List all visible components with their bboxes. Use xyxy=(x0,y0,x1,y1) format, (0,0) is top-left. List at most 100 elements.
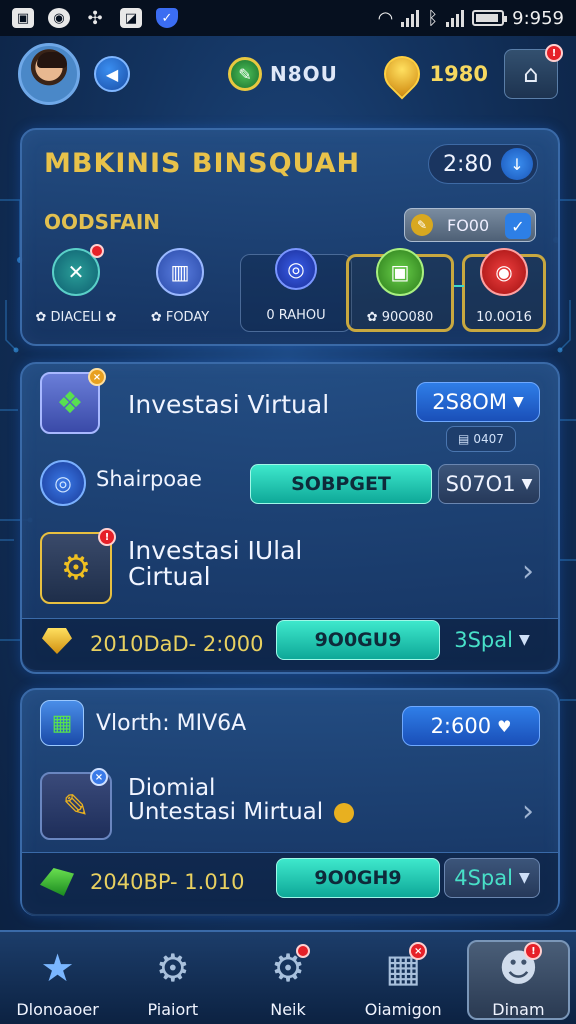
nav-item-grid[interactable]: ▦ × Oiamigon xyxy=(346,932,461,1024)
image-icon: ▣ xyxy=(12,8,34,28)
nav-label: Piaiort xyxy=(147,1000,199,1019)
mode-label: 0 RAHOU xyxy=(266,308,326,323)
card-icon: ▤ xyxy=(458,432,470,446)
mode-item-2[interactable]: ▥ ✿ FODAY xyxy=(132,248,228,325)
chevron-down-icon: ▼ xyxy=(518,870,530,886)
nav-item-portfolio[interactable]: ⚙ Piaiort xyxy=(115,932,230,1024)
wifi-icon: ◠ xyxy=(377,7,394,29)
chevron-down-icon: ▼ xyxy=(518,632,530,648)
logo-icon: ✎ xyxy=(228,57,262,91)
footer-select[interactable]: 4Spal ▼ xyxy=(444,858,540,898)
panel-subtitle: OODSFAIN xyxy=(44,210,161,234)
notification-badge: ! xyxy=(524,942,543,960)
secondary-dropdown[interactable]: S07O1 ▼ xyxy=(438,464,540,504)
target-icon: ◉ xyxy=(480,248,528,296)
footer-action-button[interactable]: 9O0GU9 xyxy=(276,620,440,660)
grid-icon: ▦ × xyxy=(379,942,428,992)
chevron-right-icon[interactable]: › xyxy=(522,794,534,829)
battery-icon xyxy=(472,10,508,26)
arrow-down-icon: ↓ xyxy=(501,148,533,180)
panel-title: MBKINIS BINSQUAH xyxy=(44,148,361,179)
back-button[interactable]: ◀ xyxy=(94,56,130,92)
mode-label: 10.0O16 xyxy=(476,310,532,325)
investment-card-a: ❖ × Investasi Virtual 2S8OM ▼ ▤ 0407 ◎ Sha… xyxy=(20,362,560,674)
nav-label: Dlonoaoer xyxy=(16,1000,99,1019)
settings-icon: ⚙ xyxy=(264,944,312,992)
chart-icon: ▥ xyxy=(156,248,204,296)
badge-icon: ! xyxy=(98,528,116,546)
compass-icon: ✕ xyxy=(52,244,104,296)
photos-icon: ◪ xyxy=(120,8,142,28)
nav-item-home[interactable]: ★ Dlonoaoer xyxy=(0,932,115,1024)
nav-label: Oiamigon xyxy=(364,1000,442,1019)
box-icon: ▣ xyxy=(376,248,424,296)
nav-label: Neik xyxy=(270,1000,306,1019)
checkmark-icon: ✓ xyxy=(505,213,531,239)
mode-label: ✿ FODAY xyxy=(150,310,210,325)
badge-icon: × xyxy=(88,368,106,386)
signal-icon-2 xyxy=(446,9,465,27)
coin-balance[interactable]: 1980 xyxy=(376,48,488,100)
info-chip[interactable]: ▤ 0407 xyxy=(446,426,516,452)
cube-icon: ❖ × xyxy=(40,368,106,434)
brand-name: N8OU xyxy=(270,62,338,86)
amount-dropdown[interactable]: 2:600 ♥ xyxy=(402,706,540,746)
footer-select[interactable]: 3Spal ▼ xyxy=(444,620,540,660)
counter-pill[interactable]: 2:80 ↓ xyxy=(428,144,538,184)
card-title: Investasi Virtual xyxy=(128,390,330,419)
filter-toggle[interactable]: ✎ FO00 ✓ xyxy=(404,208,536,242)
row-title-line2: Untestasi Mirtual xyxy=(128,800,355,824)
mode-item-5[interactable]: ◉ 10.0O16 xyxy=(456,248,552,325)
chevron-down-icon: ▼ xyxy=(521,476,533,492)
status-bar: ▣ ◉ ✣ ◪ ✓ ◠ ᛒ 9:959 xyxy=(0,0,576,36)
footer-text: 2040BP- 1.010 xyxy=(90,870,245,894)
mode-label: ✿ 90O080 xyxy=(366,310,434,325)
coin-icon xyxy=(334,802,355,823)
row-label: Shairpoae xyxy=(96,467,202,491)
mode-item-3[interactable]: ◎ 0 RAHOU xyxy=(240,248,352,323)
clock: 9:959 xyxy=(512,7,564,29)
eye-icon: ◎ xyxy=(275,248,317,290)
signal-icon xyxy=(401,9,420,27)
tool-icon: ⚙ ! xyxy=(40,528,116,604)
counter-value: 2:80 xyxy=(443,151,493,177)
blocks-icon: ▦ xyxy=(40,700,84,746)
coin-icon xyxy=(376,48,428,100)
amount-dropdown[interactable]: 2S8OM ▼ xyxy=(416,382,540,422)
pencil-icon: ✎ xyxy=(411,214,433,236)
footer-action-button[interactable]: 9O0GH9 xyxy=(276,858,440,898)
footer-text: 2010DaD- 2:000 xyxy=(90,632,264,656)
chevron-left-icon: ◀ xyxy=(105,64,119,84)
chevron-right-icon[interactable]: › xyxy=(522,554,534,589)
row-title-line2: Cirtual xyxy=(128,562,211,591)
avatar[interactable] xyxy=(18,43,80,105)
gear-icon: ⚙ xyxy=(155,946,190,990)
ticket-icon: ✎ × xyxy=(40,768,112,840)
mode-item-4[interactable]: ▣ ✿ 90O080 xyxy=(352,248,448,325)
mode-label: ✿ DIACELI ✿ xyxy=(35,310,117,325)
nav-item-settings[interactable]: ⚙ Neik xyxy=(230,932,345,1024)
mode-item-1[interactable]: ✕ ✿ DIACELI ✿ xyxy=(28,244,124,325)
bluetooth-icon: ᛒ xyxy=(427,7,439,29)
row-title-line1: Diomial xyxy=(128,775,216,801)
top-header: ◀ ✎ N8OU 1980 ⌂ ! xyxy=(0,36,576,112)
bottom-navigation: ★ Dlonoaoer ⚙ Piaiort ⚙ Neik ▦ × Oiamigo… xyxy=(0,930,576,1024)
primary-action-button[interactable]: SOBPGET xyxy=(250,464,432,504)
user-icon: ☻ ! xyxy=(494,942,543,992)
chevron-down-icon: ▼ xyxy=(512,394,524,410)
shield-icon: ✓ xyxy=(156,8,178,28)
messenger-icon: ◉ xyxy=(48,8,70,28)
mode-badge xyxy=(90,244,104,258)
nav-label: Dinam xyxy=(492,1000,545,1019)
nav-item-profile[interactable]: ☻ ! Dinam xyxy=(461,932,576,1024)
home-button[interactable]: ⌂ ! xyxy=(504,44,563,99)
coin-value: 1980 xyxy=(429,62,488,86)
brand: ✎ N8OU xyxy=(228,57,338,91)
card-title: Vlorth: MIV6A xyxy=(96,711,247,736)
heart-icon: ♥ xyxy=(497,716,512,736)
investment-card-b: ▦ Vlorth: MIV6A 2:600 ♥ ✎ × Diomial Untes… xyxy=(20,688,560,916)
star-icon: ★ xyxy=(40,946,75,990)
notification-badge xyxy=(296,944,310,958)
notification-badge: × xyxy=(409,942,428,960)
notification-badge: ! xyxy=(545,44,563,62)
